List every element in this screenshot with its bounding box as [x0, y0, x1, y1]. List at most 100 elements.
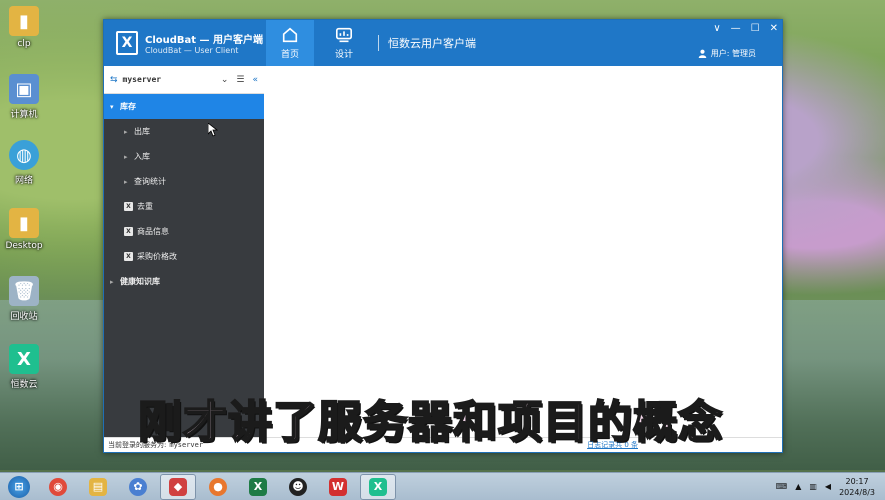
clock-date: 2024/8/3 [839, 487, 875, 497]
main-content [264, 66, 782, 437]
server-icon: ⇆ [110, 74, 118, 85]
file-explorer-icon: ▤ [89, 477, 107, 496]
caret-right-icon: ▸ [124, 127, 128, 136]
clock-time: 20:17 [845, 476, 869, 486]
menu-item-product-info[interactable]: X 商品信息 [104, 219, 264, 244]
windows-start-icon: ⊞ [8, 475, 30, 498]
volume-icon[interactable]: ◀ [825, 482, 831, 491]
taskbar-app-qq[interactable]: ☻ [280, 474, 316, 500]
window-controls: ∨ — ☐ ✕ [713, 23, 778, 34]
app-subtitle: CloudBat — User Client [145, 46, 239, 55]
desktop-icon-label: 恒数云 [10, 380, 38, 390]
tray-arrow-icon[interactable]: ▲ [795, 482, 801, 491]
nav-home-button[interactable]: 首页 [266, 20, 314, 66]
qq-icon: ☻ [289, 477, 307, 496]
excel-sheet-icon: X [124, 252, 133, 261]
desktop-icon-label: Desktop [5, 241, 43, 251]
menu-label: 出库 [134, 127, 150, 136]
title-bar: X CloudBat — 用户客户端 CloudBat — User Clien… [104, 20, 782, 66]
menu-label: 采购价格改 [137, 252, 177, 261]
maximize-button[interactable]: ☐ [751, 23, 760, 34]
menu-item-inventory[interactable]: ▾ 库存 [104, 94, 264, 119]
menu-label: 入库 [134, 152, 150, 161]
title-divider [378, 35, 379, 51]
taskbar-app-generic[interactable]: ◆ [160, 473, 196, 500]
taskbar-app-network[interactable]: ✿ [120, 474, 156, 500]
computer-icon: ▣ [9, 74, 39, 104]
system-tray: ⌨ ▲ ▥ ◀ 20:17 2024/8/3 [776, 476, 885, 498]
taskbar-app-wps[interactable]: W [320, 474, 356, 500]
hengshuyun-app-icon: X [9, 344, 39, 374]
menu-item-dedupe[interactable]: X 去重 [104, 194, 264, 219]
taskbar-app-chrome[interactable]: ◉ [40, 474, 76, 500]
desktop-icon-label: 回收站 [10, 312, 38, 322]
sidebar: ⇆ myserver ⌄ ☰ « ▾ 库存 ▸ 出库 ▸ 入库 ▸ 查询统计 X… [104, 66, 264, 437]
product-title: 恒数云用户客户端 [388, 37, 476, 50]
server-name: myserver [122, 75, 162, 84]
menu-item-inbound[interactable]: ▸ 入库 [104, 144, 264, 169]
firefox-icon: ● [209, 477, 227, 496]
menu-label: 库存 [120, 102, 136, 111]
home-icon [282, 27, 298, 43]
network-status-icon[interactable]: ▥ [809, 482, 817, 491]
close-button[interactable]: ✕ [770, 23, 778, 34]
desktop-icon-network[interactable]: ◍ 网络 [2, 140, 46, 186]
caret-right-icon: ▸ [124, 152, 128, 161]
design-icon [335, 27, 353, 43]
desktop-icon-label: 计算机 [10, 110, 38, 120]
menu-item-health-kb[interactable]: ▸ 健康知识库 [104, 269, 264, 294]
menu-label: 健康知识库 [120, 277, 160, 286]
menu-item-outbound[interactable]: ▸ 出库 [104, 119, 264, 144]
nav-design-label: 设计 [334, 50, 353, 60]
taskbar: ⊞ ◉ ▤ ✿ ◆ ● X ☻ W X ⌨ ▲ ▥ ◀ 20:17 2024/8… [0, 472, 885, 500]
list-icon[interactable]: ☰ [236, 75, 244, 85]
desktop-icon-recycle-bin[interactable]: 🗑 回收站 [2, 276, 46, 322]
desktop-icon-computer[interactable]: ▣ 计算机 [2, 74, 46, 120]
user-label: 用户: 管理员 [710, 49, 756, 58]
video-subtitle: 刚才讲了服务器和项目的概念 [137, 396, 723, 449]
nav-design-button[interactable]: 设计 [320, 20, 368, 66]
caret-right-icon: ▸ [110, 277, 114, 286]
excel-sheet-icon: X [124, 227, 133, 236]
collapse-sidebar-icon[interactable]: « [252, 75, 258, 85]
taskbar-app-explorer[interactable]: ▤ [80, 474, 116, 500]
hengshuyun-icon: X [369, 477, 387, 496]
desktop-icon-desktop-folder[interactable]: ▮ Desktop [2, 208, 46, 251]
menu-label: 商品信息 [137, 227, 169, 236]
excel-icon: X [249, 477, 267, 496]
wps-icon: W [329, 477, 347, 496]
caret-right-icon: ▸ [124, 177, 128, 186]
taskbar-app-excel[interactable]: X [240, 474, 276, 500]
app-logo-icon: X [116, 31, 138, 55]
menu-label: 去重 [137, 202, 153, 211]
chevron-down-icon[interactable]: ⌄ [221, 75, 229, 85]
taskbar-app-hengshuyun[interactable]: X [360, 473, 396, 500]
user-icon [698, 49, 707, 58]
start-button[interactable]: ⊞ [2, 474, 36, 500]
menu-item-query-stats[interactable]: ▸ 查询统计 [104, 169, 264, 194]
app-icon: ◆ [169, 477, 187, 496]
network-app-icon: ✿ [129, 477, 147, 496]
excel-sheet-icon: X [124, 202, 133, 211]
desktop-icon-label: clp [17, 39, 31, 49]
folder-icon: ▮ [9, 6, 39, 36]
taskbar-app-firefox[interactable]: ● [200, 474, 236, 500]
caret-down-icon: ▾ [110, 102, 114, 111]
desktop-icon-hengshuyun[interactable]: X 恒数云 [2, 344, 46, 390]
desktop-icon-label: 网络 [14, 176, 33, 186]
server-selector[interactable]: ⇆ myserver ⌄ ☰ « [104, 66, 264, 94]
nav-home-label: 首页 [280, 50, 299, 60]
minimize-button[interactable]: — [731, 23, 741, 34]
desktop-icon-clp[interactable]: ▮ clp [2, 6, 46, 49]
menu-label: 查询统计 [134, 177, 166, 186]
user-info[interactable]: 用户: 管理员 [698, 48, 756, 59]
network-icon: ◍ [9, 140, 39, 170]
folder-icon: ▮ [9, 208, 39, 238]
menu-item-purchase-price-edit[interactable]: X 采购价格改 [104, 244, 264, 269]
recycle-bin-icon: 🗑 [9, 276, 39, 306]
app-title: CloudBat — 用户客户端 [145, 35, 264, 46]
keyboard-icon[interactable]: ⌨ [776, 482, 788, 491]
dropdown-button[interactable]: ∨ [713, 23, 720, 34]
chrome-icon: ◉ [49, 477, 67, 496]
clock[interactable]: 20:17 2024/8/3 [839, 476, 875, 498]
